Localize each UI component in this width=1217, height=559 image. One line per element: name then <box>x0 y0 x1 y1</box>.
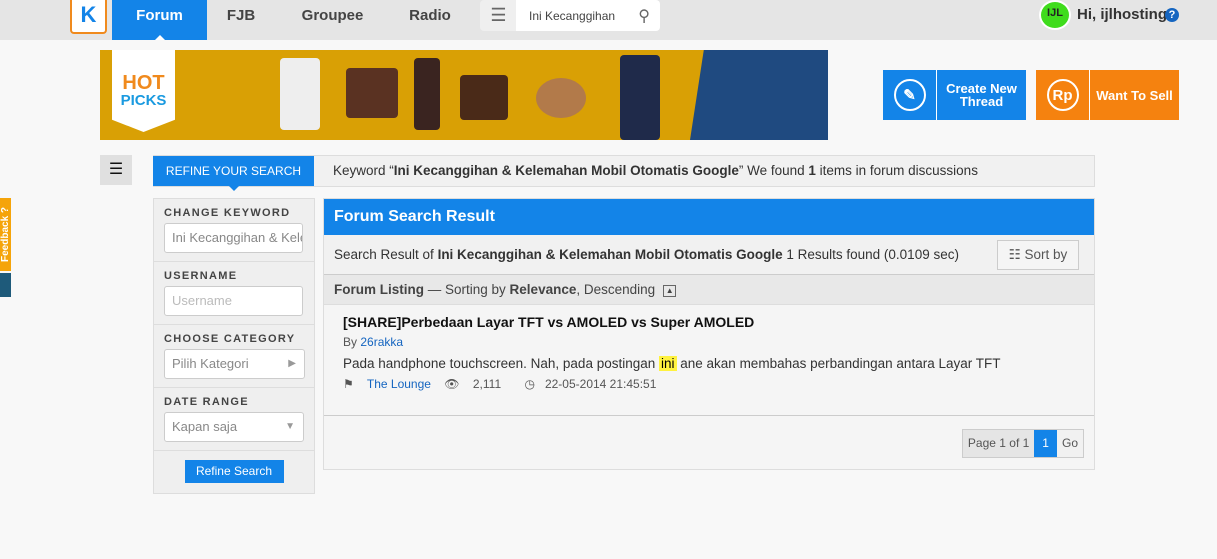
help-icon[interactable]: ? <box>1165 8 1179 22</box>
page-1-button[interactable]: 1 <box>1034 430 1057 457</box>
list-item: [SHARE]Perbedaan Layar TFT vs AMOLED vs … <box>324 305 1094 416</box>
menu-icon[interactable]: ☰ <box>480 0 517 31</box>
tag-icon: ⚑ <box>343 377 354 391</box>
kaskus-logo[interactable]: K <box>70 0 107 34</box>
search-input[interactable] <box>516 0 621 31</box>
category-label: CHOOSE CATEGORY <box>164 333 296 345</box>
user-greeting[interactable]: Hi, ijlhosting <box>1077 6 1167 23</box>
date-range-label: DATE RANGE <box>164 396 249 408</box>
sidebar-toggle-icon[interactable]: ☰ <box>100 155 132 185</box>
tshirt-image <box>280 58 320 130</box>
hot-picks-banner[interactable]: HOT PICKS <box>100 50 828 140</box>
list-icon: ☷ <box>1008 247 1025 262</box>
hot-picks-logo: HOT PICKS <box>112 50 175 132</box>
refine-search-tab[interactable]: REFINE YOUR SEARCH <box>153 156 314 191</box>
thread-title-link[interactable]: [SHARE]Perbedaan Layar TFT vs AMOLED vs … <box>343 314 1075 330</box>
results-summary: Search Result of Ini Kecanggihan & Kelem… <box>324 235 1094 275</box>
watch-image <box>414 58 440 130</box>
feedback-icon[interactable] <box>0 273 11 297</box>
go-button[interactable]: Go <box>1056 430 1083 457</box>
change-keyword-label: CHANGE KEYWORD <box>164 207 291 219</box>
author-link[interactable]: 26rakka <box>360 335 403 349</box>
chevron-down-icon: ▼ <box>285 421 295 432</box>
thread-meta: ⚑ The Lounge 👁 2,111 ◷ 22-05-2014 21:45:5… <box>343 377 657 391</box>
tab-fjb[interactable]: FJB <box>207 0 275 40</box>
search-icon[interactable]: ⚲ <box>638 6 650 26</box>
eye-icon: 👁 <box>444 377 460 391</box>
rupiah-icon: Rp <box>1046 79 1079 111</box>
sort-by-button[interactable]: ☷ Sort by <box>997 240 1079 270</box>
boots-image <box>460 75 508 120</box>
model-image <box>690 50 828 140</box>
page-label: Page 1 of 1 <box>962 430 1035 457</box>
search-box: ⚲ <box>516 0 660 31</box>
search-results-panel: Forum Search Result Search Result of Ini… <box>323 198 1095 470</box>
thread-author: By 26rakka <box>343 335 404 349</box>
results-header: Forum Search Result <box>324 199 1094 235</box>
tab-radio[interactable]: Radio <box>390 0 470 40</box>
refine-search-button[interactable]: Refine Search <box>184 460 284 483</box>
date-range-select[interactable]: Kapan saja ▼ <box>164 412 304 442</box>
want-to-sell-button[interactable]: Rp Want To Sell <box>1036 70 1179 120</box>
create-new-thread-button[interactable]: ✎ Create New Thread <box>883 70 1026 120</box>
pencil-icon: ✎ <box>893 79 926 111</box>
clock-icon: ◷ <box>524 377 535 391</box>
jeans-image <box>620 55 660 140</box>
chevron-right-icon: ▶ <box>288 358 296 369</box>
keyword-summary: Keyword “Ini Kecanggihan & Kelemahan Mob… <box>333 163 978 178</box>
belt-image <box>536 78 586 118</box>
tab-forum[interactable]: Forum <box>112 0 207 40</box>
tab-groupee[interactable]: Groupee <box>285 0 380 40</box>
pagination: Page 1 of 1 1 Go <box>961 429 1084 458</box>
wallet-image <box>346 68 398 118</box>
username-label: USERNAME <box>164 270 238 282</box>
username-input[interactable]: Username <box>164 286 303 316</box>
collapse-icon[interactable]: ▲ <box>663 285 677 297</box>
category-select[interactable]: Pilih Kategori ▶ <box>164 349 305 379</box>
refine-sidebar: CHANGE KEYWORD Ini Kecanggihan & Kelemah… <box>153 198 315 494</box>
avatar[interactable]: IJL <box>1039 0 1071 30</box>
thread-snippet: Pada handphone touchscreen. Nah, pada po… <box>343 356 1001 371</box>
listing-bar: Forum Listing — Sorting by Relevance, De… <box>324 275 1094 305</box>
category-link[interactable]: The Lounge <box>367 377 431 391</box>
feedback-tab[interactable]: Feedback ? <box>0 198 11 271</box>
keyword-input[interactable]: Ini Kecanggihan & Kelemahan Mobil Otomat… <box>164 223 303 253</box>
